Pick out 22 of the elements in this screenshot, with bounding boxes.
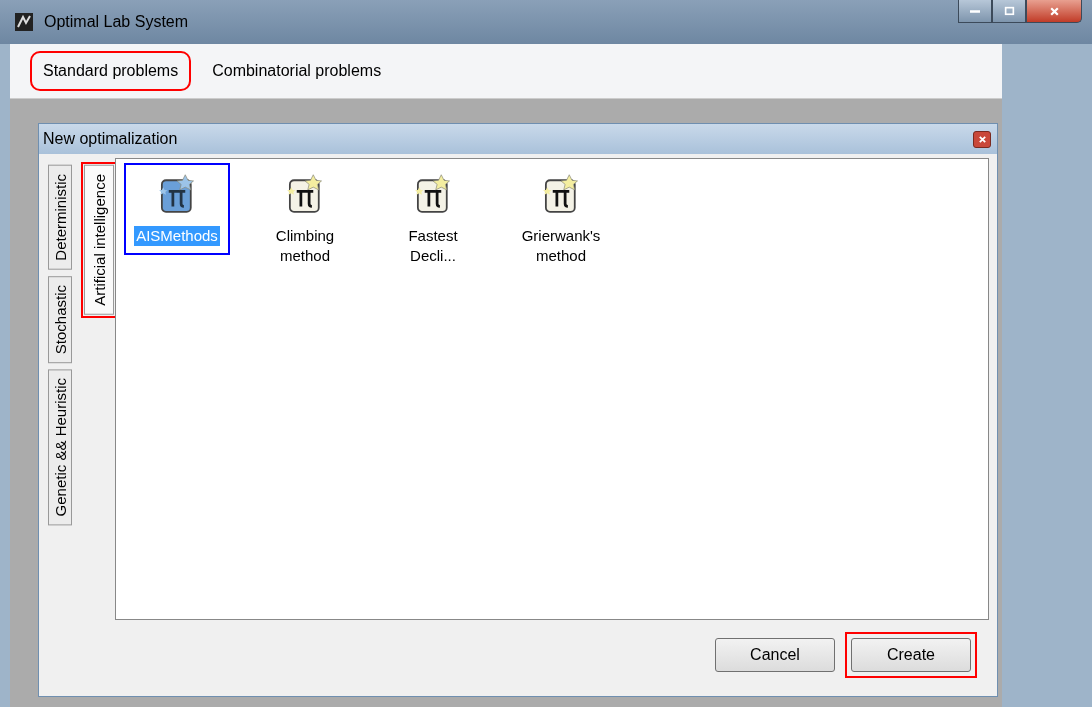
minimize-button[interactable] — [958, 0, 992, 23]
side-tab[interactable]: Stochastic — [48, 275, 72, 363]
maximize-icon — [1003, 5, 1015, 17]
side-tab[interactable]: Artificial intelligence — [84, 165, 114, 315]
close-button[interactable] — [973, 130, 991, 148]
method-item[interactable]: Climbing method — [257, 168, 353, 269]
dialog-title: New optimalization — [43, 130, 178, 148]
menu-item[interactable]: Standard problems — [35, 56, 187, 86]
maximize-button[interactable] — [992, 0, 1026, 23]
dialog-button[interactable]: Cancel — [715, 638, 835, 672]
minimize-icon — [970, 9, 980, 13]
side-tab[interactable]: Genetic && Heuristic — [48, 368, 72, 526]
dialog-button[interactable]: Create — [851, 638, 971, 672]
method-item[interactable]: Grierwank's method — [513, 168, 609, 269]
close-icon — [1048, 5, 1060, 17]
method-item[interactable]: Fastest Decli... — [385, 168, 481, 269]
close-button[interactable] — [1026, 0, 1082, 23]
close-icon — [977, 134, 987, 144]
menu-item[interactable]: Combinatorial problems — [204, 56, 390, 86]
side-tab[interactable]: Deterministic — [48, 165, 72, 270]
window-title: Optimal Lab System — [44, 13, 189, 31]
app-icon — [14, 12, 34, 32]
